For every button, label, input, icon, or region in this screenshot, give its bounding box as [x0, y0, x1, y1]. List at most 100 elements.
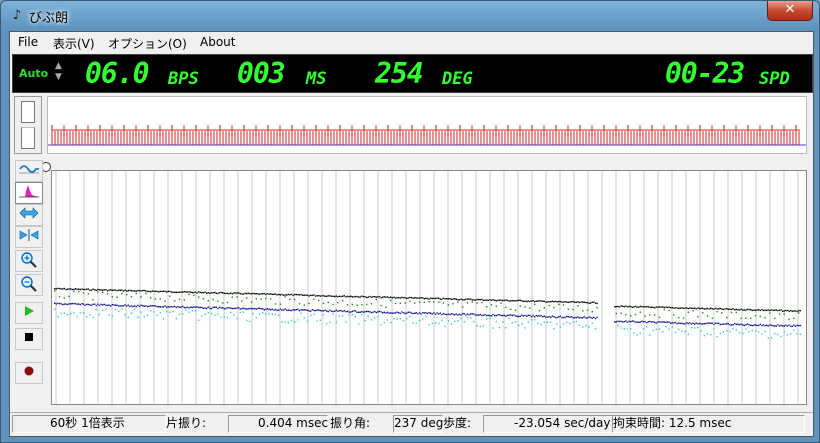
data-dot	[518, 299, 520, 301]
data-dot	[524, 314, 526, 317]
data-dot	[644, 320, 646, 323]
data-dot	[402, 320, 405, 322]
data-dot	[649, 320, 651, 323]
data-dot	[409, 311, 411, 313]
close-button[interactable]: ✕	[767, 1, 813, 21]
data-dot	[537, 300, 539, 302]
data-dot	[311, 309, 313, 311]
data-dot	[230, 311, 232, 314]
data-dot	[532, 315, 534, 317]
data-dot	[796, 310, 798, 313]
title-bar[interactable]: ♪ びぶ朗 ✕	[1, 1, 819, 31]
data-dot	[218, 306, 221, 308]
data-dot	[702, 323, 704, 325]
data-dot	[274, 308, 277, 311]
data-dot	[594, 317, 597, 320]
menu-view[interactable]: 表示(V)	[53, 35, 95, 52]
data-dot	[783, 313, 785, 315]
data-dot	[596, 302, 598, 305]
data-dot	[487, 314, 489, 317]
data-dot	[505, 306, 507, 308]
data-dot	[439, 312, 441, 314]
dot-series-navy	[54, 302, 801, 328]
data-dot	[374, 310, 376, 313]
data-dot	[134, 308, 136, 310]
data-dot	[174, 305, 176, 308]
data-dot	[737, 323, 739, 325]
data-dot	[794, 325, 797, 327]
data-dot	[426, 297, 429, 300]
data-dot	[140, 304, 142, 306]
data-dot	[754, 330, 757, 333]
play-button[interactable]	[15, 302, 43, 324]
data-dot	[116, 296, 118, 298]
data-dot	[399, 297, 401, 299]
data-dot	[84, 304, 86, 306]
data-dot	[55, 303, 57, 305]
data-dot	[758, 324, 760, 327]
data-dot	[370, 296, 373, 298]
data-dot	[183, 306, 185, 309]
level-slider-bottom[interactable]	[21, 127, 35, 149]
data-dot	[185, 291, 187, 293]
data-dot	[241, 307, 243, 310]
data-dot	[174, 300, 176, 302]
record-button[interactable]	[15, 362, 43, 384]
data-dot	[630, 315, 632, 317]
data-dot	[423, 312, 425, 314]
data-dot	[692, 307, 694, 309]
data-dot	[130, 295, 133, 298]
level-slider-top[interactable]	[21, 101, 35, 123]
histogram-button[interactable]	[15, 182, 43, 204]
data-dot	[378, 310, 381, 313]
data-dot	[551, 315, 553, 317]
shrink-horizontal-button[interactable]	[15, 226, 43, 248]
menu-about[interactable]: About	[200, 35, 235, 49]
spin-up-icon[interactable]: ▲	[55, 61, 62, 71]
data-dot	[327, 301, 329, 303]
data-dot	[682, 307, 685, 310]
waveform-button[interactable]	[15, 160, 43, 182]
data-dot	[553, 306, 555, 309]
data-dot	[73, 312, 75, 314]
data-dot	[102, 289, 104, 291]
data-dot	[121, 292, 123, 295]
amplitude-label: 片振り:	[166, 416, 207, 430]
play-icon	[25, 306, 34, 316]
data-dot	[228, 307, 230, 309]
data-dot	[490, 304, 493, 306]
stop-button[interactable]	[15, 328, 43, 350]
data-dot	[705, 308, 707, 310]
data-dot	[756, 309, 758, 311]
data-dot	[786, 334, 789, 336]
zoom-out-button[interactable]	[15, 274, 43, 296]
data-dot	[578, 324, 581, 326]
data-dot	[662, 321, 664, 323]
data-dot	[639, 332, 641, 334]
mode-spinner[interactable]: ▲ ▼	[55, 61, 62, 83]
data-dot	[570, 316, 573, 318]
data-dot	[68, 288, 70, 290]
data-dot	[591, 322, 593, 324]
data-dot	[550, 316, 552, 319]
data-dot	[119, 289, 121, 291]
data-dot	[518, 324, 520, 327]
menu-file[interactable]: File	[18, 35, 38, 49]
stop-icon	[25, 333, 33, 341]
data-dot	[751, 329, 753, 332]
data-dot	[596, 307, 598, 309]
data-dot	[762, 309, 765, 312]
data-dot	[668, 309, 670, 312]
data-dot	[228, 293, 230, 295]
zoom-in-button[interactable]	[15, 250, 43, 272]
data-dot	[316, 295, 318, 297]
data-dot	[270, 309, 272, 311]
data-dot	[777, 333, 779, 336]
menu-options[interactable]: オプション(O)	[108, 35, 187, 52]
auto-mode-label[interactable]: Auto	[19, 67, 48, 80]
data-dot	[655, 328, 657, 330]
spin-down-icon[interactable]: ▼	[55, 72, 62, 82]
data-dot	[551, 300, 553, 302]
expand-horizontal-button[interactable]	[15, 204, 43, 226]
data-dot	[82, 288, 85, 291]
